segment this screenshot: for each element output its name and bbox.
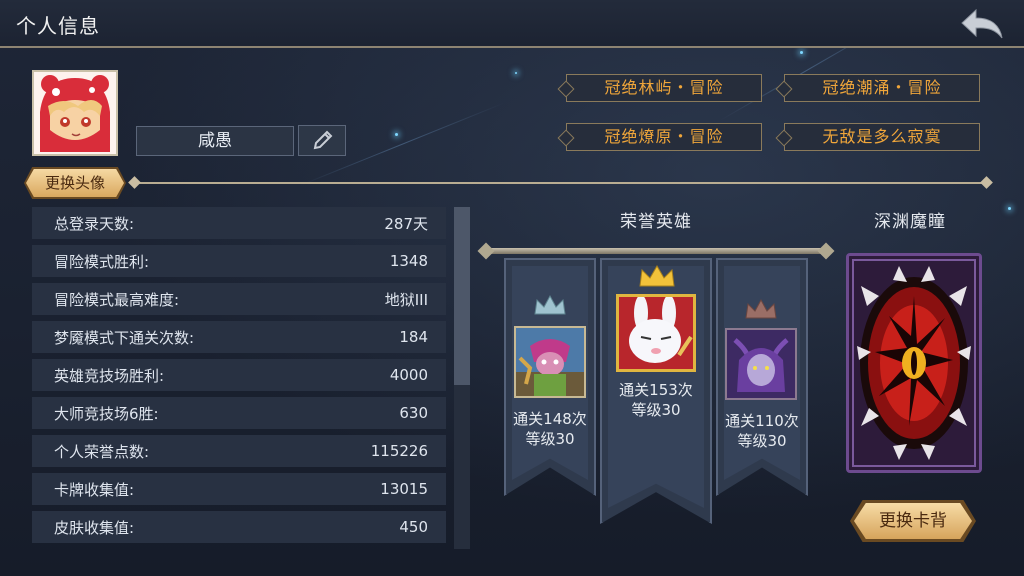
stat-value: 4000 (389, 366, 428, 384)
stat-row: 皮肤收集值: 450 (32, 511, 446, 543)
title-tag[interactable]: 冠绝燎原・冒险 (566, 123, 762, 151)
stat-label: 卡牌收集值: (54, 480, 135, 499)
stat-value: 630 (399, 404, 428, 422)
bronze-crown-icon (745, 298, 777, 319)
hero-stats: 通关110次 等级30 (716, 411, 808, 451)
hero-portrait-image (516, 328, 584, 396)
sparkle (800, 51, 803, 54)
player-name: 咸愚 (136, 126, 294, 156)
stat-value: 地狱III (384, 290, 428, 309)
stats-list: 总登录天数: 287天 冒险模式胜利: 1348 冒险模式最高难度: 地狱III 梦魇… (32, 207, 446, 549)
silver-crown-icon (534, 294, 566, 315)
stat-value: 115226 (370, 442, 428, 460)
hero-level: 等级30 (737, 432, 787, 450)
stat-row: 总登录天数: 287天 (32, 207, 446, 239)
stat-row: 大师竞技场6胜: 630 (32, 397, 446, 429)
hero-stats: 通关148次 等级30 (504, 409, 596, 449)
hero-portrait-image (727, 330, 795, 398)
stat-row: 梦魇模式下通关次数: 184 (32, 321, 446, 353)
avatar-portrait-image (34, 72, 116, 154)
change-card-back-button[interactable]: 更换卡背 (854, 503, 972, 539)
hero-portrait[interactable] (514, 326, 586, 398)
stat-value: 13015 (380, 480, 428, 498)
card-back-title: 深渊魔瞳 (874, 212, 946, 232)
stat-label: 梦魇模式下通关次数: (54, 328, 195, 347)
hero-level: 等级30 (631, 401, 681, 419)
sparkle (1008, 207, 1011, 210)
stat-row: 冒险模式胜利: 1348 (32, 245, 446, 277)
stat-label: 冒险模式胜利: (54, 252, 150, 271)
hero-clear-count: 通关110次 (725, 412, 799, 430)
stat-value: 1348 (389, 252, 428, 270)
back-arrow-icon[interactable] (958, 6, 1006, 42)
stat-label: 冒险模式最高难度: (54, 290, 180, 309)
stats-scrollbar[interactable] (454, 207, 470, 549)
stat-row: 卡牌收集值: 13015 (32, 473, 446, 505)
hero-portrait[interactable] (616, 294, 696, 372)
stat-row: 冒险模式最高难度: 地狱III (32, 283, 446, 315)
title-tag[interactable]: 无敌是多么寂寞 (784, 123, 980, 151)
divider (134, 182, 988, 184)
hero-portrait[interactable] (725, 328, 797, 400)
pencil-icon (313, 130, 333, 150)
change-avatar-button[interactable]: 更换头像 (26, 169, 124, 197)
hero-portrait-image (619, 297, 693, 369)
stat-label: 个人荣誉点数: (54, 442, 150, 461)
title-tag[interactable]: 冠绝潮涌・冒险 (784, 74, 980, 102)
abyss-eye-card-image (849, 256, 979, 470)
hero-clear-count: 通关148次 (513, 410, 587, 428)
honor-heroes-title: 荣誉英雄 (620, 212, 692, 232)
sparkle (395, 133, 398, 136)
stat-label: 总登录天数: (54, 214, 135, 233)
stat-value: 287天 (384, 214, 428, 233)
stat-label: 大师竞技场6胜: (54, 404, 159, 423)
stat-row: 英雄竞技场胜利: 4000 (32, 359, 446, 391)
title-tag[interactable]: 冠绝林屿・冒险 (566, 74, 762, 102)
edit-name-button[interactable] (298, 125, 346, 156)
stat-value: 184 (399, 328, 428, 346)
page-title: 个人信息 (16, 14, 100, 38)
hero-level: 等级30 (525, 430, 575, 448)
stat-value: 450 (399, 518, 428, 536)
stat-row: 个人荣誉点数: 115226 (32, 435, 446, 467)
gold-crown-icon (639, 265, 675, 287)
scrollbar-thumb[interactable] (454, 207, 470, 385)
avatar[interactable] (32, 70, 118, 156)
header-bar: 个人信息 (0, 0, 1024, 48)
hero-clear-count: 通关153次 (619, 381, 693, 399)
stat-label: 英雄竞技场胜利: (54, 366, 165, 385)
sparkle (515, 72, 517, 74)
banner-rod (486, 248, 826, 254)
stat-label: 皮肤收集值: (54, 518, 135, 537)
card-back-preview[interactable] (846, 253, 982, 473)
hero-stats: 通关153次 等级30 (600, 380, 712, 420)
